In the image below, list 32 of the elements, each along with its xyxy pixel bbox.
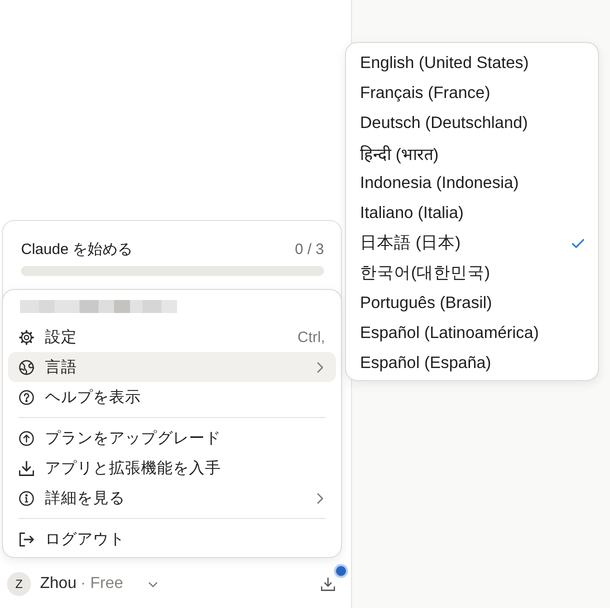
language-option[interactable]: Deutsch (Deutschland)	[346, 108, 598, 138]
menu-item[interactable]: 詳細を見る	[8, 483, 336, 513]
language-option[interactable]: 한국어(대한민국)	[346, 258, 598, 288]
help-icon	[19, 390, 34, 404]
user-name[interactable]: Zhou	[40, 575, 76, 593]
language-option[interactable]: Italiano (Italia)	[346, 198, 598, 228]
language-option[interactable]: Français (France)	[346, 78, 598, 108]
info-icon	[19, 490, 34, 506]
plan-label: · Free	[80, 575, 124, 593]
language-option[interactable]: Español (España)	[346, 348, 598, 378]
menu-item[interactable]: ヘルプを表示	[8, 382, 336, 412]
globe-icon	[19, 360, 34, 374]
language-option[interactable]: 日本語 (日本)	[346, 228, 598, 258]
onboarding-title: Claude を始める	[21, 240, 133, 258]
logout-icon	[19, 532, 34, 546]
language-option[interactable]: English (United States)	[346, 48, 598, 78]
shortcut-label: Ctrl,	[298, 328, 325, 346]
chevron-down-icon[interactable]	[148, 582, 158, 586]
menu-item[interactable]: アプリと拡張機能を入手	[8, 453, 336, 483]
menu-item[interactable]: プランをアップグレード	[8, 423, 336, 453]
language-option[interactable]: Português (Brasil)	[346, 288, 598, 318]
menu-item[interactable]: ログアウト	[8, 524, 336, 554]
menu-item[interactable]: 言語	[8, 352, 336, 382]
language-option[interactable]: हिन्दी (भारत)	[346, 138, 598, 168]
gear-icon	[19, 330, 34, 344]
arrow-up-circle-icon	[19, 430, 34, 446]
progress-count: 0 / 3	[294, 240, 324, 258]
download-icon	[19, 460, 34, 476]
download-icon[interactable]	[321, 577, 335, 591]
language-option[interactable]: Indonesia (Indonesia)	[346, 168, 598, 198]
language-option[interactable]: Español (Latinoamérica)	[346, 318, 598, 348]
avatar-initial[interactable]: Z	[7, 572, 31, 596]
